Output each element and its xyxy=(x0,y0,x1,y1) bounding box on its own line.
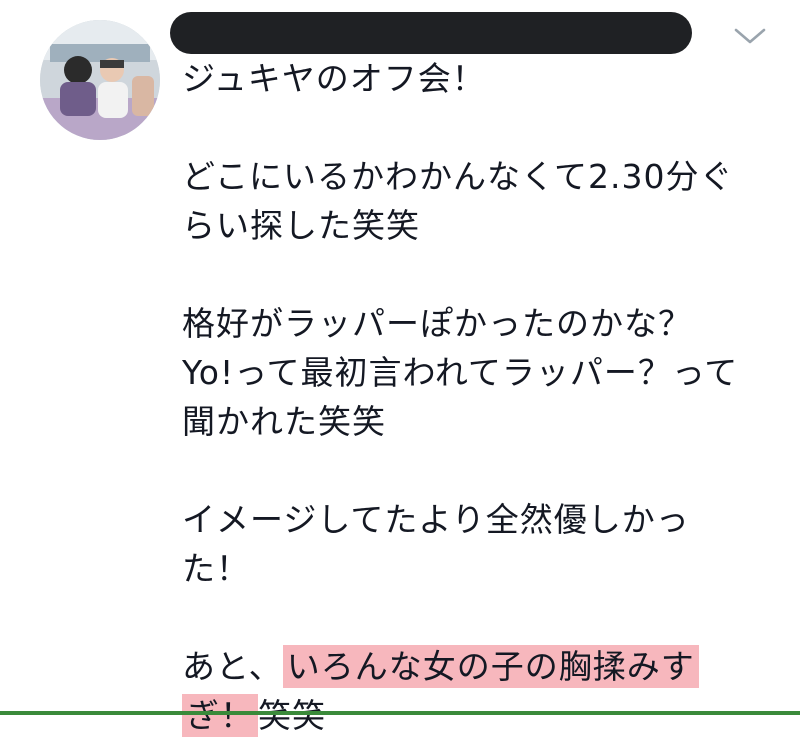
tweet-paragraph: あと、 いろんな女の子の胸揉みす ぎ！ 笑笑 xyxy=(182,642,782,740)
highlighted-text: ぎ！ xyxy=(182,694,258,737)
tweet: ジュキヤのオフ会！ どこにいるかわかんなくて2.30分ぐ らい探した笑笑 格好が… xyxy=(0,0,800,737)
tweet-paragraph: どこにいるかわかんなくて2.30分ぐ らい探した笑笑 xyxy=(182,152,782,250)
text-line: らい探した笑笑 xyxy=(182,206,420,245)
tweet-paragraph: ジュキヤのオフ会！ xyxy=(182,54,782,103)
chevron-down-icon[interactable] xyxy=(733,26,767,46)
text-line: 聞かれた笑笑 xyxy=(182,402,386,441)
tweet-paragraph: 格好がラッパーぽかったのかな？ Yo!って最初言われてラッパー？って 聞かれた笑… xyxy=(182,299,782,446)
highlighted-text: いろんな女の子の胸揉みす xyxy=(282,645,699,688)
text-line: どこにいるかわかんなくて2.30分ぐ xyxy=(182,157,734,196)
bottom-divider xyxy=(0,711,800,715)
avatar[interactable] xyxy=(40,20,160,140)
text-line: あと、 いろんな女の子の胸揉みす xyxy=(182,642,782,691)
text-line: イメージしてたより全然優しかっ xyxy=(182,500,690,539)
text-line: ぎ！ 笑笑 xyxy=(182,691,782,740)
text-line: ジュキヤのオフ会！ xyxy=(182,59,486,98)
text-line: 格好がラッパーぽかったのかな？ xyxy=(182,304,692,343)
text-line: Yo!って最初言われてラッパー？って xyxy=(182,353,739,392)
avatar-photo xyxy=(40,20,160,140)
text-segment: あと、 xyxy=(182,647,283,686)
text-line: た！ xyxy=(182,549,250,588)
text-segment: 笑笑 xyxy=(258,696,326,735)
tweet-paragraph: イメージしてたより全然優しかっ た！ xyxy=(182,495,782,593)
username-redaction xyxy=(170,12,692,54)
tweet-text: ジュキヤのオフ会！ どこにいるかわかんなくて2.30分ぐ らい探した笑笑 格好が… xyxy=(182,54,782,740)
